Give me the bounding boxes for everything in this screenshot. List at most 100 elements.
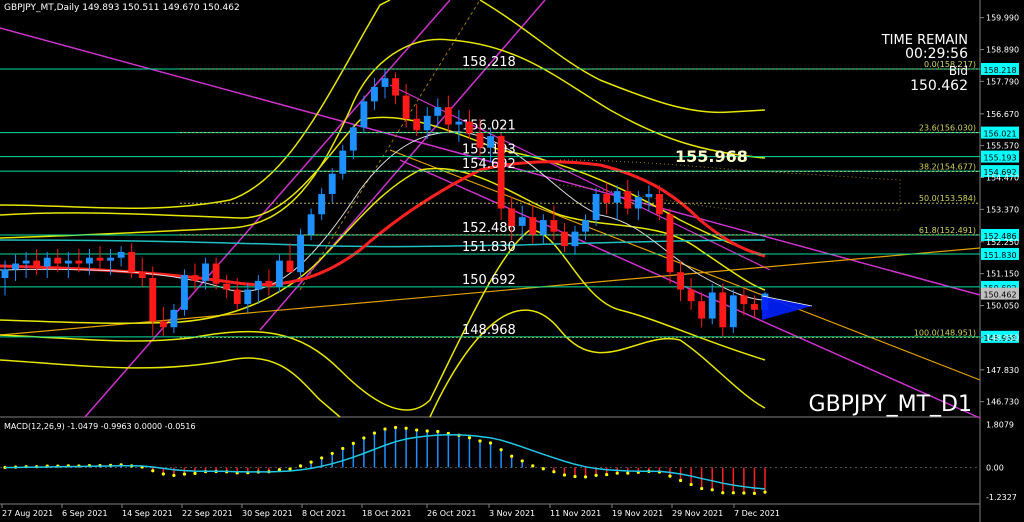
fib-label: 61.8(152.491) — [919, 226, 976, 235]
price-tick-label: 147.830 — [986, 366, 1019, 375]
candle-body — [582, 220, 589, 232]
date-tick-label: 7 Dec 2021 — [734, 509, 780, 518]
macd-tick-label: -1.2327 — [986, 493, 1017, 502]
candle-body — [339, 150, 347, 174]
big-price-label: 155.968 — [675, 147, 748, 166]
bid-price-tag-text: 150.462 — [983, 291, 1016, 300]
macd-dot — [193, 471, 197, 475]
macd-dot — [499, 448, 503, 452]
candle-body — [656, 194, 663, 215]
date-tick-label: 29 Nov 2021 — [672, 509, 723, 518]
date-tick-label: 22 Sep 2021 — [182, 509, 233, 518]
candle-body — [328, 173, 336, 195]
macd-dot — [172, 473, 176, 477]
candle-body — [202, 263, 209, 281]
candle-body — [318, 194, 326, 215]
macd-dot — [700, 486, 704, 491]
candle-body — [751, 304, 758, 310]
candle-body — [371, 86, 378, 102]
date-tick-label: 19 Nov 2021 — [612, 509, 663, 518]
bid-value: 150.462 — [910, 78, 968, 94]
candle-body — [159, 321, 167, 328]
candle-body — [244, 289, 252, 305]
candle-body — [645, 194, 653, 197]
candle-body — [107, 257, 114, 261]
level-price-tag-text: 151.830 — [983, 251, 1016, 260]
macd-dot — [372, 431, 377, 435]
date-tick-label: 26 Oct 2021 — [427, 509, 476, 518]
candle-body — [423, 115, 431, 131]
macd-dot — [182, 472, 187, 476]
macd-dot — [520, 459, 524, 463]
price-tick-label: 152.250 — [986, 238, 1019, 247]
macd-dot — [436, 429, 440, 434]
macd-dot — [404, 426, 408, 430]
macd-dot — [752, 491, 757, 495]
candle-body — [603, 194, 611, 203]
candle-body — [698, 301, 706, 319]
candle-body — [729, 295, 737, 328]
candle-body — [138, 272, 146, 278]
symbol-line: GBPJPY_MT,Daily 149.893 150.511 149.670 … — [4, 3, 240, 13]
candle-body — [191, 275, 199, 281]
candle-body — [466, 121, 473, 134]
time-remain-value: 00:29:56 — [905, 46, 968, 62]
candle-body — [539, 220, 547, 235]
candle-body — [254, 280, 262, 290]
level-label: 150.692 — [462, 273, 516, 288]
candle-body — [708, 292, 716, 319]
macd-dot — [341, 446, 345, 451]
candle-body — [75, 260, 83, 264]
macd-dot — [488, 441, 493, 445]
macd-dot — [763, 490, 767, 494]
candle-body — [740, 295, 748, 305]
macd-dot — [362, 436, 366, 440]
candle-body — [550, 220, 558, 232]
macd-dot — [573, 474, 577, 479]
candle-body — [392, 78, 399, 96]
candle-body — [223, 283, 231, 290]
price-tick-label: 155.570 — [986, 142, 1019, 151]
price-tick-label: 154.470 — [986, 174, 1019, 183]
macd-dot — [742, 491, 746, 495]
candle-body — [497, 136, 505, 209]
candle-body — [613, 191, 621, 203]
macd-dot — [478, 439, 482, 443]
date-tick-label: 27 Aug 2021 — [2, 509, 53, 518]
candle-body — [592, 194, 600, 221]
level-price-tag-text: 156.021 — [983, 130, 1016, 139]
macd-dot — [541, 467, 545, 471]
macd-dot — [562, 473, 567, 477]
date-tick-label: 6 Sep 2021 — [62, 509, 108, 518]
price-tick-label: 153.370 — [986, 205, 1019, 214]
macd-dot — [320, 456, 324, 460]
date-tick-label: 14 Sep 2021 — [122, 509, 173, 518]
fib-label: 100.0(148.951) — [914, 328, 976, 337]
candle-body — [265, 280, 273, 287]
candle-body — [518, 217, 526, 226]
fib-label: 23.6(156.030) — [919, 123, 976, 132]
candle-body — [360, 101, 368, 128]
macd-dot — [583, 475, 588, 479]
watermark: GBPJPY_MT_D1 — [809, 392, 972, 417]
macd-dot — [425, 429, 429, 433]
candle-body — [624, 191, 632, 209]
candle-body — [149, 278, 157, 322]
candle-body — [666, 214, 674, 273]
macd-tick-label: 1.8079 — [986, 421, 1014, 430]
date-tick-label: 18 Oct 2021 — [362, 509, 411, 518]
macd-dot — [151, 469, 155, 473]
candle-body — [634, 196, 642, 209]
candle-body — [444, 107, 452, 125]
candle-body — [212, 263, 220, 284]
candle-body — [413, 118, 421, 131]
price-tick-label: 150.050 — [986, 302, 1019, 311]
candle-body — [170, 309, 178, 328]
macd-dot — [615, 471, 619, 475]
candle-body — [434, 107, 442, 116]
candle-body — [307, 214, 315, 235]
level-price-tag-text: 158.218 — [983, 66, 1016, 75]
macd-dot — [689, 482, 693, 487]
macd-dot — [298, 464, 303, 468]
date-tick-label: 8 Oct 2021 — [302, 509, 346, 518]
